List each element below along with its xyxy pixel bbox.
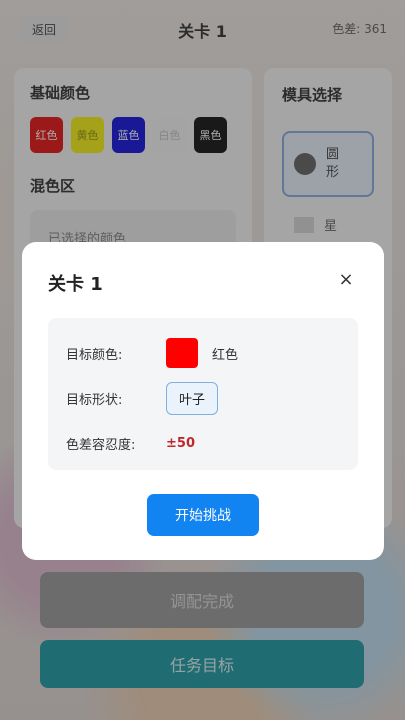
target-color-label: 目标颜色: (66, 347, 123, 363)
target-color-name: 红色 (212, 347, 239, 363)
level-intro-dialog: 关卡 1 × 目标颜色: 红色 目标形状: 叶子 色差容忍度: ±50 开始挑战 (22, 242, 384, 560)
target-shape-label: 目标形状: (66, 393, 123, 408)
level-info-panel: 目标颜色: 红色 目标形状: 叶子 色差容忍度: ±50 (48, 318, 358, 470)
target-color-row: 目标颜色: 红色 (66, 338, 238, 368)
dialog-title: 关卡 1 (48, 274, 103, 295)
start-challenge-button[interactable]: 开始挑战 (147, 494, 259, 536)
target-color-swatch (166, 338, 198, 368)
close-icon[interactable]: × (338, 271, 354, 289)
target-shape-row: 目标形状: 叶子 (66, 382, 219, 415)
tolerance-value: ±50 (166, 436, 195, 451)
tolerance-row: 色差容忍度: ±50 (66, 434, 195, 453)
target-shape-chip: 叶子 (166, 382, 219, 415)
tolerance-label: 色差容忍度: (66, 438, 136, 453)
